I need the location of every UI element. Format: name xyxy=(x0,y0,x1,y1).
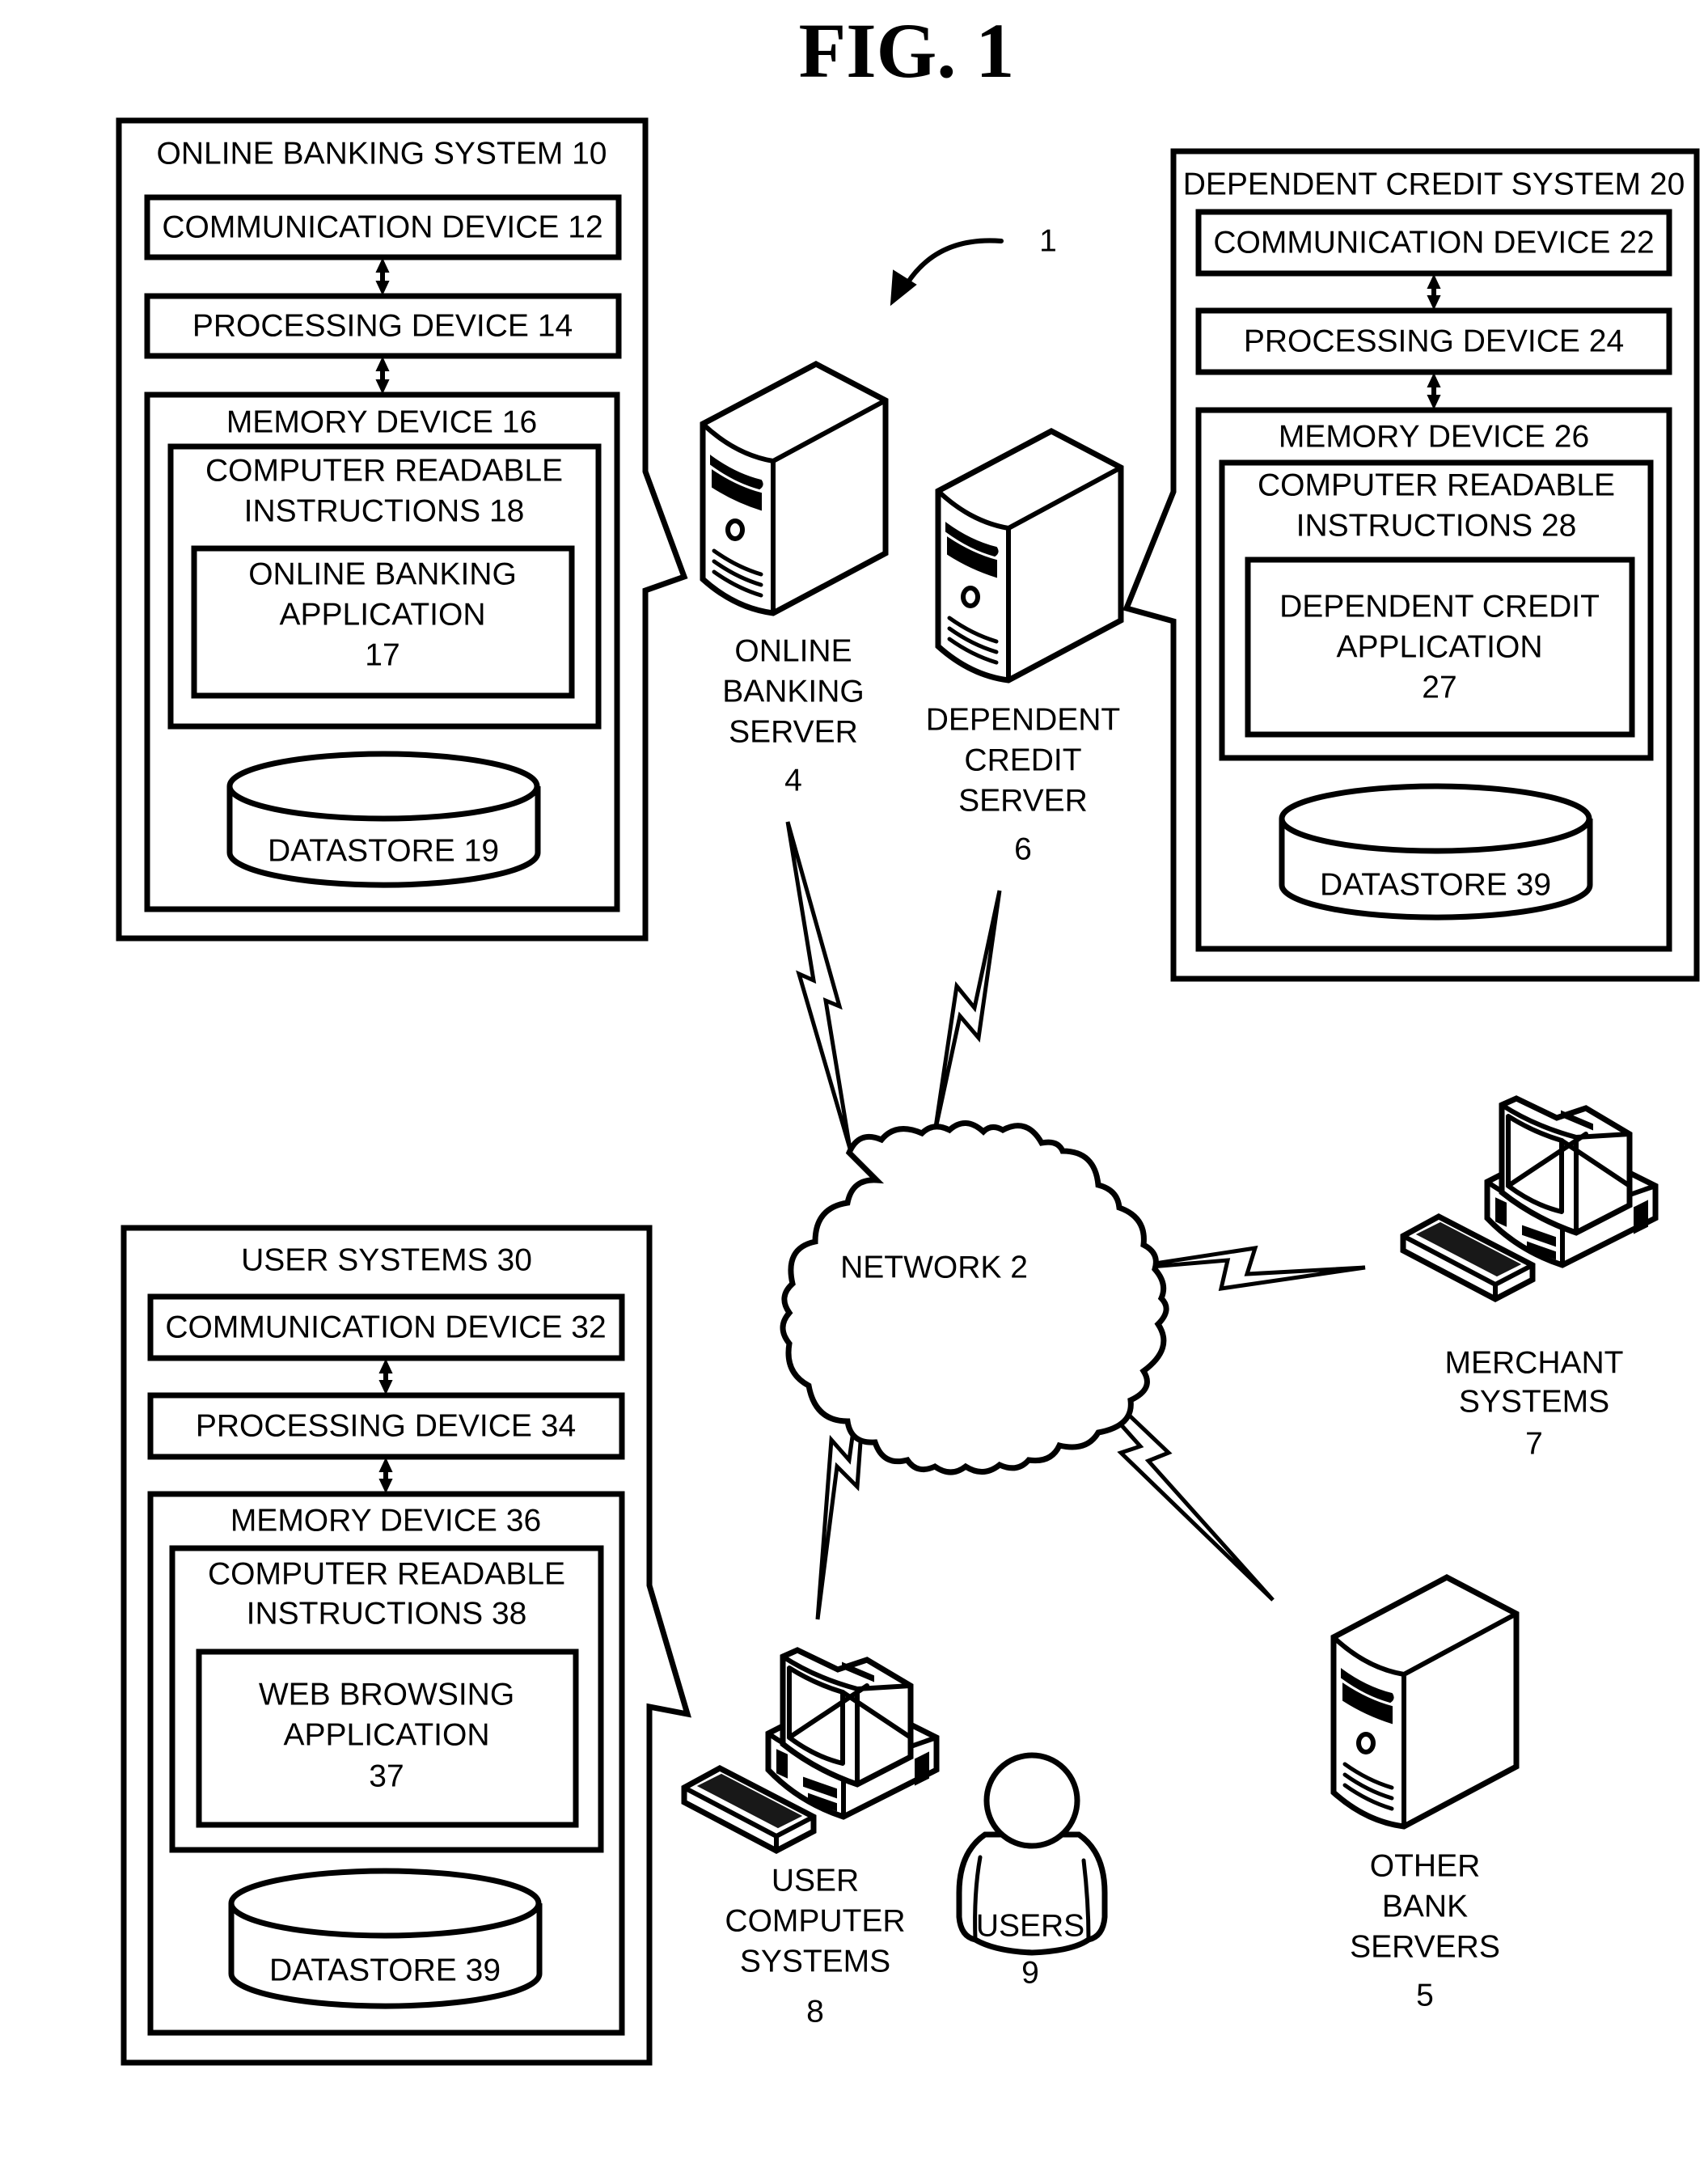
communication-device-12-label: COMMUNICATION DEVICE 12 xyxy=(162,210,602,245)
user-computer-icon xyxy=(684,1650,936,1851)
instructions-18-line1: COMPUTER READABLE xyxy=(205,454,563,489)
user-systems: USER SYSTEMS 30 COMMUNICATION DEVICE 32 … xyxy=(120,1225,691,2066)
system-ref-label: 1 xyxy=(1039,224,1057,259)
link-online-banking-server xyxy=(785,821,852,1149)
other-bank-servers-label-2: BANK xyxy=(1382,1890,1468,1924)
merchant-systems[interactable]: MERCHANT SYSTEMS 7 xyxy=(1403,1098,1655,1462)
link-dependent-credit-server xyxy=(932,890,1002,1133)
other-bank-servers-label-1: OTHER xyxy=(1370,1849,1481,1884)
instructions-18-line2: INSTRUCTIONS 18 xyxy=(244,494,525,529)
user-computer-systems-label-3: SYSTEMS xyxy=(740,1945,890,1979)
user-systems-title: USER SYSTEMS 30 xyxy=(241,1243,532,1278)
instructions-38-line2: INSTRUCTIONS 38 xyxy=(247,1597,527,1632)
communication-device-22-label: COMMUNICATION DEVICE 22 xyxy=(1213,226,1654,260)
application-37-line3: 37 xyxy=(369,1759,404,1794)
other-bank-servers-label-3: SERVERS xyxy=(1350,1930,1500,1965)
user-computer-systems-label-1: USER xyxy=(772,1864,859,1898)
users-label: USERS xyxy=(976,1909,1084,1944)
dependent-credit-server-label-3: SERVER xyxy=(958,784,1088,819)
other-bank-servers[interactable]: OTHER BANK SERVERS 5 xyxy=(1334,1577,1516,2013)
online-banking-server-ref: 4 xyxy=(784,764,802,798)
users[interactable]: USERS 9 xyxy=(956,1752,1108,1991)
application-27-line2: APPLICATION xyxy=(1336,630,1542,665)
instructions-38-line1: COMPUTER READABLE xyxy=(208,1557,565,1592)
processing-device-34-label: PROCESSING DEVICE 34 xyxy=(196,1409,576,1444)
memory-device-36-label: MEMORY DEVICE 36 xyxy=(230,1504,541,1538)
dependent-credit-system-title: DEPENDENT CREDIT SYSTEM 20 xyxy=(1183,167,1685,202)
online-banking-server-icon xyxy=(703,364,886,613)
user-computer-systems[interactable]: USER COMPUTER SYSTEMS 8 xyxy=(684,1650,936,2029)
dependent-credit-server-ref: 6 xyxy=(1014,832,1032,867)
processing-device-14-label: PROCESSING DEVICE 14 xyxy=(192,309,573,344)
online-banking-server-label-3: SERVER xyxy=(729,715,858,750)
dependent-credit-server-label-1: DEPENDENT xyxy=(926,703,1121,738)
merchant-computer-icon xyxy=(1403,1098,1655,1299)
datastore-39-label: DATASTORE 39 xyxy=(269,1953,501,1988)
instructions-28-line1: COMPUTER READABLE xyxy=(1258,468,1615,503)
application-37-line2: APPLICATION xyxy=(283,1718,489,1753)
merchant-systems-label-2: SYSTEMS xyxy=(1459,1385,1609,1420)
figure-title: FIG. 1 xyxy=(799,7,1015,94)
application-27-line1: DEPENDENT CREDIT xyxy=(1279,590,1600,624)
other-bank-servers-ref: 5 xyxy=(1416,1979,1434,2013)
users-ref: 9 xyxy=(1021,1956,1039,1991)
online-banking-server-label-1: ONLINE xyxy=(734,634,852,669)
dependent-credit-server-label-2: CREDIT xyxy=(964,743,1081,778)
memory-device-16-label: MEMORY DEVICE 16 xyxy=(226,405,537,440)
processing-device-24-label: PROCESSING DEVICE 24 xyxy=(1244,324,1624,359)
online-banking-server[interactable]: ONLINE BANKING SERVER 4 xyxy=(703,364,886,798)
dependent-credit-server[interactable]: DEPENDENT CREDIT SERVER 6 xyxy=(926,431,1121,867)
communication-device-32-label: COMMUNICATION DEVICE 32 xyxy=(165,1310,606,1345)
merchant-systems-label-1: MERCHANT xyxy=(1445,1346,1624,1381)
instructions-28-line2: INSTRUCTIONS 28 xyxy=(1296,509,1577,544)
network-cloud-icon xyxy=(780,1120,1169,1475)
dependent-credit-system: DEPENDENT CREDIT SYSTEM 20 COMMUNICATION… xyxy=(1122,148,1700,982)
application-17-line1: ONLINE BANKING xyxy=(248,557,517,592)
merchant-systems-ref: 7 xyxy=(1525,1427,1543,1462)
dependent-credit-server-icon xyxy=(938,431,1121,680)
system-ref-arrow-icon xyxy=(890,238,1004,307)
online-banking-system-title: ONLINE BANKING SYSTEM 10 xyxy=(157,137,607,171)
online-banking-server-label-2: BANKING xyxy=(722,675,865,709)
application-27-line3: 27 xyxy=(1422,671,1456,705)
system-diagram: FIG. 1 1 ONLINE BANKING SYSTEM 10 COMMUN… xyxy=(116,7,1700,2066)
user-computer-systems-label-2: COMPUTER xyxy=(725,1904,905,1939)
application-17-line3: 17 xyxy=(365,638,400,673)
user-computer-systems-ref: 8 xyxy=(806,1995,824,2029)
datastore-19-label: DATASTORE 19 xyxy=(268,834,499,869)
application-37-line1: WEB BROWSING xyxy=(259,1678,514,1712)
datastore-39-label: DATASTORE 39 xyxy=(1320,868,1551,903)
memory-device-26-label: MEMORY DEVICE 26 xyxy=(1279,420,1589,455)
network-2-label: NETWORK 2 xyxy=(840,1251,1028,1285)
online-banking-system: ONLINE BANKING SYSTEM 10 COMMUNICATION D… xyxy=(116,117,688,942)
application-17-line2: APPLICATION xyxy=(279,598,485,633)
network-2[interactable]: NETWORK 2 xyxy=(780,1120,1169,1475)
other-bank-server-icon xyxy=(1334,1577,1516,1826)
